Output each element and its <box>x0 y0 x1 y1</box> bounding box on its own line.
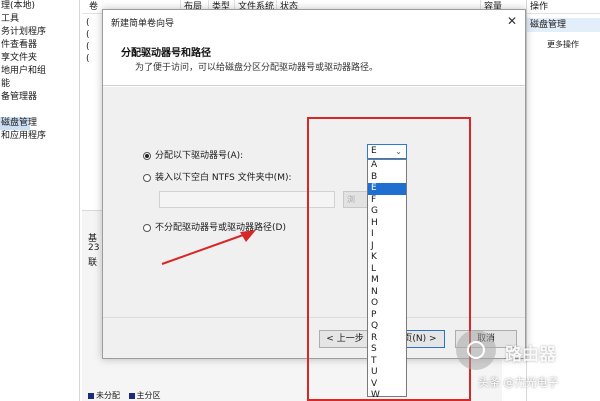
mount-folder-option[interactable]: 装入以下空白 NTFS 文件夹中(M): <box>143 171 292 185</box>
highlight-box <box>307 117 471 401</box>
legend-swatch-primary <box>128 392 135 399</box>
volume-row[interactable]: ( <box>86 41 90 53</box>
volume-row[interactable]: ( <box>86 53 90 65</box>
tree-item-shared-folders[interactable]: 享文件夹 <box>0 52 37 65</box>
legend-label-primary: 主分区 <box>136 391 161 400</box>
volume-row[interactable]: ( <box>86 17 90 29</box>
tree-item-disk-management[interactable]: 磁盘管理 <box>0 117 37 130</box>
column-header-volume[interactable]: 卷 <box>86 0 98 14</box>
wizard-titlebar[interactable]: 新建简单卷向导 ✕ <box>103 10 525 34</box>
step-title: 分配驱动器号和路径 <box>121 48 211 59</box>
tree-item-task-scheduler[interactable]: 务计划程序 <box>0 26 46 39</box>
tree-item-performance[interactable]: 能 <box>0 78 10 91</box>
legend-label-unallocated: 未分配 <box>96 391 120 400</box>
arrow-icon <box>161 230 256 265</box>
tree-item-computer-management[interactable]: 理(本地) <box>0 0 35 13</box>
assign-letter-label: 分配以下驱动器号(A): <box>155 151 244 161</box>
disk-size: 23 <box>88 243 100 253</box>
more-actions-link[interactable]: 更多操作 <box>527 38 600 52</box>
wizard-title: 新建简单卷向导 <box>111 19 175 29</box>
volume-row[interactable]: ( <box>86 29 90 41</box>
tree-item-services-apps[interactable]: 和应用程序 <box>0 130 46 143</box>
assign-letter-option[interactable]: 分配以下驱动器号(A): <box>143 149 243 163</box>
radio-icon[interactable] <box>143 223 151 232</box>
tree-item-system-tools[interactable]: 工具 <box>0 13 19 26</box>
mount-folder-label: 装入以下空白 NTFS 文件夹中(M): <box>155 173 292 183</box>
step-description: 为了便于访问，可以给磁盘分区分配驱动器号或驱动器路径。 <box>135 63 379 73</box>
tree-item-local-users[interactable]: 地用户和组 <box>0 65 46 78</box>
watermark-logo-icon <box>456 330 496 370</box>
tree-item-event-viewer[interactable]: 件查看器 <box>0 39 37 52</box>
operations-header: 操作 <box>527 0 600 14</box>
tree-item-device-manager[interactable]: 备管理器 <box>0 91 37 104</box>
radio-selected-icon[interactable] <box>143 151 151 160</box>
radio-icon[interactable] <box>143 173 151 182</box>
legend-swatch-unallocated <box>88 392 94 399</box>
watermark-brand: 路由器 <box>505 345 556 365</box>
disk-status: 联 <box>88 258 98 268</box>
watermark-author: 头条 @力光电子 <box>478 376 559 389</box>
close-icon[interactable]: ✕ <box>505 14 519 28</box>
navigation-tree: 理(本地) 工具 务计划程序 件查看器 享文件夹 地用户和组 能 备管理器 磁盘… <box>0 0 80 401</box>
wizard-step-header: 分配驱动器号和路径 为了便于访问，可以给磁盘分区分配驱动器号或驱动器路径。 <box>103 34 525 86</box>
operations-disk-management[interactable]: 磁盘管理 <box>527 18 600 32</box>
